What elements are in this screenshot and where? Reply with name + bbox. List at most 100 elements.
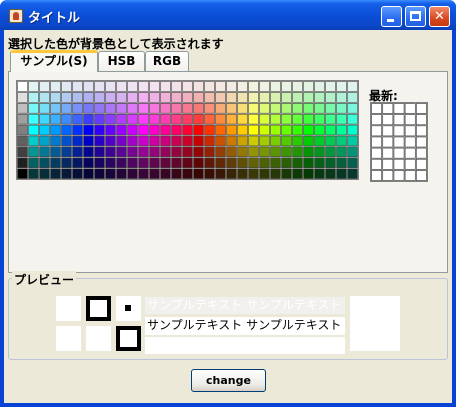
color-swatch[interactable] xyxy=(193,92,204,103)
color-swatch[interactable] xyxy=(237,92,248,103)
color-swatch[interactable] xyxy=(28,81,39,92)
color-swatch[interactable] xyxy=(50,146,61,158)
color-swatch[interactable] xyxy=(314,135,325,147)
color-swatch[interactable] xyxy=(336,146,347,158)
color-swatch[interactable] xyxy=(94,146,105,158)
color-swatch[interactable] xyxy=(160,113,171,125)
color-swatch[interactable] xyxy=(149,81,160,92)
color-swatch[interactable] xyxy=(116,124,127,136)
color-swatch[interactable] xyxy=(127,92,138,103)
close-button[interactable]: ✕ xyxy=(429,6,450,27)
color-swatch[interactable] xyxy=(149,168,160,179)
color-swatch[interactable] xyxy=(39,102,50,114)
color-swatch[interactable] xyxy=(248,92,259,103)
color-swatch[interactable] xyxy=(61,113,72,125)
color-swatch[interactable] xyxy=(61,102,72,114)
color-swatch[interactable] xyxy=(171,124,182,136)
color-swatch[interactable] xyxy=(138,81,149,92)
color-swatch[interactable] xyxy=(292,81,303,92)
color-swatch[interactable] xyxy=(336,113,347,125)
color-swatch[interactable] xyxy=(28,102,39,114)
color-swatch[interactable] xyxy=(303,102,314,114)
recent-color-swatch[interactable] xyxy=(404,114,416,126)
color-swatch[interactable] xyxy=(303,135,314,147)
recent-color-swatch[interactable] xyxy=(404,136,416,148)
color-swatch[interactable] xyxy=(336,135,347,147)
color-swatch[interactable] xyxy=(105,135,116,147)
color-swatch[interactable] xyxy=(138,124,149,136)
color-swatch[interactable] xyxy=(149,92,160,103)
color-swatch[interactable] xyxy=(347,92,358,103)
color-swatch[interactable] xyxy=(270,102,281,114)
color-swatch[interactable] xyxy=(237,102,248,114)
color-swatch[interactable] xyxy=(127,157,138,169)
color-swatch[interactable] xyxy=(204,135,215,147)
color-swatch[interactable] xyxy=(292,146,303,158)
color-swatch[interactable] xyxy=(17,157,28,169)
color-swatch[interactable] xyxy=(204,81,215,92)
color-swatch[interactable] xyxy=(105,168,116,179)
recent-color-swatch[interactable] xyxy=(371,114,383,126)
color-swatch[interactable] xyxy=(193,124,204,136)
color-swatch[interactable] xyxy=(149,124,160,136)
color-swatch[interactable] xyxy=(281,157,292,169)
color-swatch[interactable] xyxy=(270,168,281,179)
color-swatch[interactable] xyxy=(325,113,336,125)
color-swatch[interactable] xyxy=(28,124,39,136)
color-swatch[interactable] xyxy=(83,146,94,158)
color-swatch[interactable] xyxy=(83,157,94,169)
color-swatch[interactable] xyxy=(50,102,61,114)
color-swatch[interactable] xyxy=(94,157,105,169)
color-swatch[interactable] xyxy=(336,168,347,179)
color-swatch[interactable] xyxy=(127,146,138,158)
color-swatch[interactable] xyxy=(281,92,292,103)
color-swatch[interactable] xyxy=(17,168,28,179)
color-swatch[interactable] xyxy=(28,113,39,125)
color-swatch[interactable] xyxy=(314,92,325,103)
recent-color-swatch[interactable] xyxy=(404,158,416,170)
color-swatch[interactable] xyxy=(182,168,193,179)
color-swatch[interactable] xyxy=(292,102,303,114)
color-swatch[interactable] xyxy=(347,146,358,158)
recent-color-swatch[interactable] xyxy=(382,114,394,126)
color-swatch[interactable] xyxy=(336,102,347,114)
color-swatch[interactable] xyxy=(292,92,303,103)
swatch-grid[interactable] xyxy=(16,80,359,180)
color-swatch[interactable] xyxy=(237,81,248,92)
color-swatch[interactable] xyxy=(138,102,149,114)
color-swatch[interactable] xyxy=(259,135,270,147)
color-swatch[interactable] xyxy=(160,102,171,114)
color-swatch[interactable] xyxy=(17,113,28,125)
color-swatch[interactable] xyxy=(303,124,314,136)
recent-color-swatch[interactable] xyxy=(393,170,405,181)
color-swatch[interactable] xyxy=(204,92,215,103)
color-swatch[interactable] xyxy=(61,92,72,103)
color-swatch[interactable] xyxy=(259,81,270,92)
color-swatch[interactable] xyxy=(138,135,149,147)
color-swatch[interactable] xyxy=(105,157,116,169)
color-swatch[interactable] xyxy=(270,113,281,125)
color-swatch[interactable] xyxy=(182,124,193,136)
color-swatch[interactable] xyxy=(347,135,358,147)
color-swatch[interactable] xyxy=(149,102,160,114)
color-swatch[interactable] xyxy=(39,135,50,147)
color-swatch[interactable] xyxy=(182,157,193,169)
color-swatch[interactable] xyxy=(83,102,94,114)
color-swatch[interactable] xyxy=(160,124,171,136)
recent-color-swatch[interactable] xyxy=(371,136,383,148)
color-swatch[interactable] xyxy=(193,157,204,169)
color-swatch[interactable] xyxy=(116,157,127,169)
color-swatch[interactable] xyxy=(347,157,358,169)
color-swatch[interactable] xyxy=(226,92,237,103)
color-swatch[interactable] xyxy=(182,102,193,114)
color-swatch[interactable] xyxy=(127,135,138,147)
swatch-grid-canvas[interactable] xyxy=(17,81,358,179)
color-swatch[interactable] xyxy=(17,124,28,136)
color-swatch[interactable] xyxy=(83,124,94,136)
color-swatch[interactable] xyxy=(292,113,303,125)
recent-color-swatch[interactable] xyxy=(415,103,427,114)
color-swatch[interactable] xyxy=(72,168,83,179)
color-swatch[interactable] xyxy=(160,135,171,147)
color-swatch[interactable] xyxy=(259,102,270,114)
color-swatch[interactable] xyxy=(138,113,149,125)
